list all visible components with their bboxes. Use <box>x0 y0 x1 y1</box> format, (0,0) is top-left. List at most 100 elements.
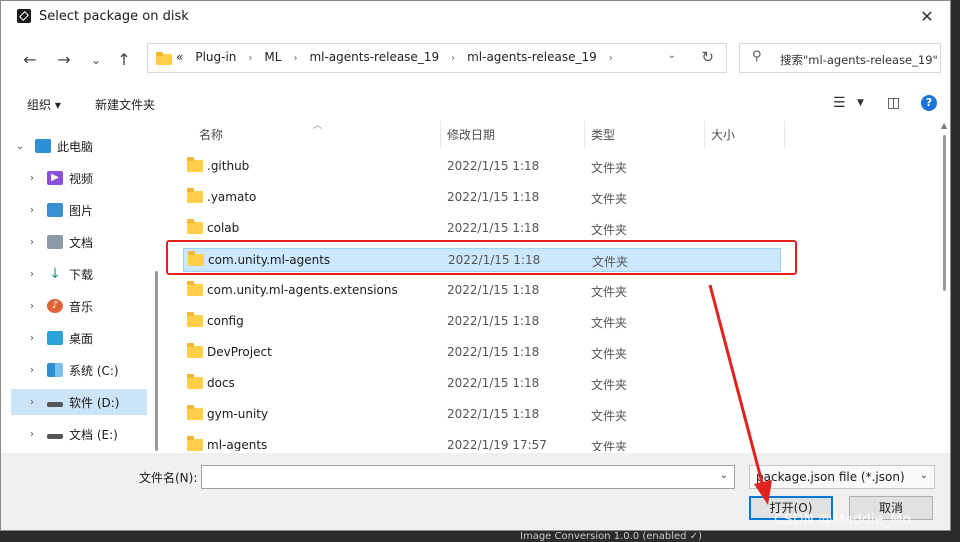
table-row[interactable]: gym-unity 2022/1/15 1:18 文件夹 <box>183 403 781 427</box>
chevron-right-icon[interactable]: › <box>23 429 41 440</box>
sidebar-item-downloads[interactable]: › ↓ 下载 <box>23 261 147 287</box>
folder-icon <box>187 188 203 203</box>
new-folder-button[interactable]: 新建文件夹 <box>95 96 155 113</box>
table-row[interactable]: DevProject 2022/1/15 1:18 文件夹 <box>183 341 781 365</box>
file-date: 2022/1/15 1:18 <box>447 407 540 421</box>
chevron-right-icon[interactable]: › <box>23 301 41 312</box>
table-row[interactable]: docs 2022/1/15 1:18 文件夹 <box>183 372 781 396</box>
chevron-right-icon[interactable]: › <box>23 397 41 408</box>
file-type-select[interactable]: package.json file (*.json) ⌄ <box>749 465 935 489</box>
column-divider[interactable] <box>784 121 785 147</box>
view-list-icon[interactable]: ☰ <box>833 95 846 111</box>
file-name: DevProject <box>207 345 272 359</box>
chevron-right-icon[interactable]: › <box>23 365 41 376</box>
table-row[interactable]: ml-agents 2022/1/19 17:57 文件夹 <box>183 434 781 451</box>
up-arrow-icon[interactable]: ↑ <box>113 49 135 71</box>
filename-input[interactable]: ⌄ <box>201 465 735 489</box>
file-date: 2022/1/15 1:18 <box>447 159 540 173</box>
file-date: 2022/1/15 1:18 <box>447 345 540 359</box>
chevron-right-icon[interactable]: › <box>451 50 455 68</box>
sidebar-item-drive-c[interactable]: › 系统 (C:) <box>23 357 147 383</box>
breadcrumb-overflow[interactable]: « <box>176 50 183 68</box>
breadcrumb-item[interactable]: ml-agents-release_19 <box>467 50 597 68</box>
chevron-down-icon[interactable]: ⌄ <box>668 50 676 61</box>
file-list-scrollbar[interactable]: ▲ <box>940 121 950 451</box>
sort-ascending-icon: ︿ <box>313 121 323 131</box>
search-box[interactable]: ⚲ 搜索"ml-agents-release_19" <box>739 43 941 73</box>
breadcrumb: « Plug-in › ML › ml-agents-release_19 › … <box>176 50 613 68</box>
scrollbar-thumb[interactable] <box>943 135 946 291</box>
navigation-bar: ← → ⌄ ↑ « Plug-in › ML › ml-agents-relea… <box>1 39 950 79</box>
forward-arrow-icon[interactable]: → <box>53 49 75 71</box>
preview-pane-icon[interactable]: ◫ <box>887 95 900 111</box>
table-row[interactable]: colab 2022/1/15 1:18 文件夹 <box>183 217 781 241</box>
table-row[interactable]: .yamato 2022/1/15 1:18 文件夹 <box>183 186 781 210</box>
chevron-right-icon[interactable]: › <box>248 50 252 68</box>
file-type: 文件夹 <box>591 378 628 392</box>
file-date: 2022/1/15 1:18 <box>447 314 540 328</box>
sidebar-item-documents[interactable]: › 文档 <box>23 229 147 255</box>
column-modified[interactable]: 修改日期 <box>447 126 495 143</box>
chevron-right-icon[interactable]: › <box>293 50 297 68</box>
refresh-icon[interactable]: ↻ <box>701 48 714 66</box>
file-type: 文件夹 <box>592 255 629 269</box>
table-row[interactable]: .github 2022/1/15 1:18 文件夹 <box>183 155 781 179</box>
sidebar-item-label: 文档 (E:) <box>69 427 118 442</box>
drive-icon <box>47 401 63 407</box>
folder-icon <box>188 251 204 266</box>
back-arrow-icon[interactable]: ← <box>19 49 41 71</box>
file-type-value[interactable]: package.json file (*.json) <box>756 470 905 484</box>
chevron-right-icon[interactable]: › <box>23 333 41 344</box>
sidebar-item-drive-e[interactable]: › 文档 (E:) <box>23 421 147 447</box>
search-input[interactable]: 搜索"ml-agents-release_19" <box>780 52 938 68</box>
folder-icon <box>187 312 203 327</box>
column-name[interactable]: 名称 <box>199 126 223 143</box>
column-divider[interactable] <box>584 121 585 147</box>
sidebar-item-pictures[interactable]: › 图片 <box>23 197 147 223</box>
file-name: colab <box>207 221 240 235</box>
chevron-right-icon[interactable]: › <box>23 237 41 248</box>
chevron-right-icon[interactable]: › <box>23 269 41 280</box>
chevron-down-icon[interactable]: ⌄ <box>920 470 928 481</box>
file-type: 文件夹 <box>591 285 628 299</box>
file-date: 2022/1/15 1:18 <box>447 283 540 297</box>
column-divider[interactable] <box>704 121 705 147</box>
breadcrumb-item[interactable]: ML <box>264 50 281 68</box>
sidebar-item-music[interactable]: › ♪ 音乐 <box>23 293 147 319</box>
file-list: ︿ 名称 修改日期 类型 大小 .github 2022/1/15 1:18 文件夹… <box>163 121 939 451</box>
sidebar-item-label: 系统 (C:) <box>69 363 119 378</box>
command-bar: 组织 ▾ 新建文件夹 ☰ ▼ ◫ ? <box>1 87 950 121</box>
column-size[interactable]: 大小 <box>711 126 735 143</box>
table-row[interactable]: com.unity.ml-agents 2022/1/15 1:18 文件夹 <box>183 248 781 272</box>
navigation-pane: ⌄ 此电脑 › ▶ 视频 › 图片 › 文档 › ↓ 下载 › ♪ 音乐 › 桌… <box>1 121 149 451</box>
chevron-right-icon[interactable]: › <box>23 173 41 184</box>
sidebar-item-desktop[interactable]: › 桌面 <box>23 325 147 351</box>
scroll-up-icon[interactable]: ▲ <box>941 121 947 130</box>
close-button[interactable]: ✕ <box>904 1 950 33</box>
chevron-down-icon[interactable]: ⌄ <box>11 141 29 152</box>
sidebar-item-drive-d[interactable]: › 软件 (D:) <box>11 389 147 415</box>
sidebar-scrollbar[interactable] <box>151 121 161 451</box>
table-row[interactable]: config 2022/1/15 1:18 文件夹 <box>183 310 781 334</box>
breadcrumb-item[interactable]: Plug-in <box>195 50 236 68</box>
file-type: 文件夹 <box>591 440 628 451</box>
file-type: 文件夹 <box>591 409 628 423</box>
breadcrumb-item[interactable]: ml-agents-release_19 <box>309 50 439 68</box>
music-icon: ♪ <box>47 299 63 313</box>
scrollbar-thumb[interactable] <box>155 271 158 451</box>
title-bar: Select package on disk ✕ <box>1 1 950 33</box>
sidebar-item-videos[interactable]: › ▶ 视频 <box>23 165 147 191</box>
table-row[interactable]: com.unity.ml-agents.extensions 2022/1/15 … <box>183 279 781 303</box>
column-header: ︿ 名称 修改日期 类型 大小 <box>163 121 939 147</box>
help-icon[interactable]: ? <box>921 95 937 111</box>
chevron-down-icon[interactable]: ⌄ <box>720 470 728 481</box>
address-bar[interactable]: « Plug-in › ML › ml-agents-release_19 › … <box>147 43 727 73</box>
view-options-chevron-icon[interactable]: ▼ <box>857 98 864 108</box>
organize-button[interactable]: 组织 ▾ <box>27 96 61 113</box>
column-type[interactable]: 类型 <box>591 126 615 143</box>
chevron-right-icon[interactable]: › <box>23 205 41 216</box>
recent-locations-chevron-icon[interactable]: ⌄ <box>85 49 107 71</box>
column-divider[interactable] <box>440 121 441 147</box>
chevron-right-icon[interactable]: › <box>609 50 613 68</box>
sidebar-item-this-pc[interactable]: ⌄ 此电脑 <box>11 133 147 159</box>
